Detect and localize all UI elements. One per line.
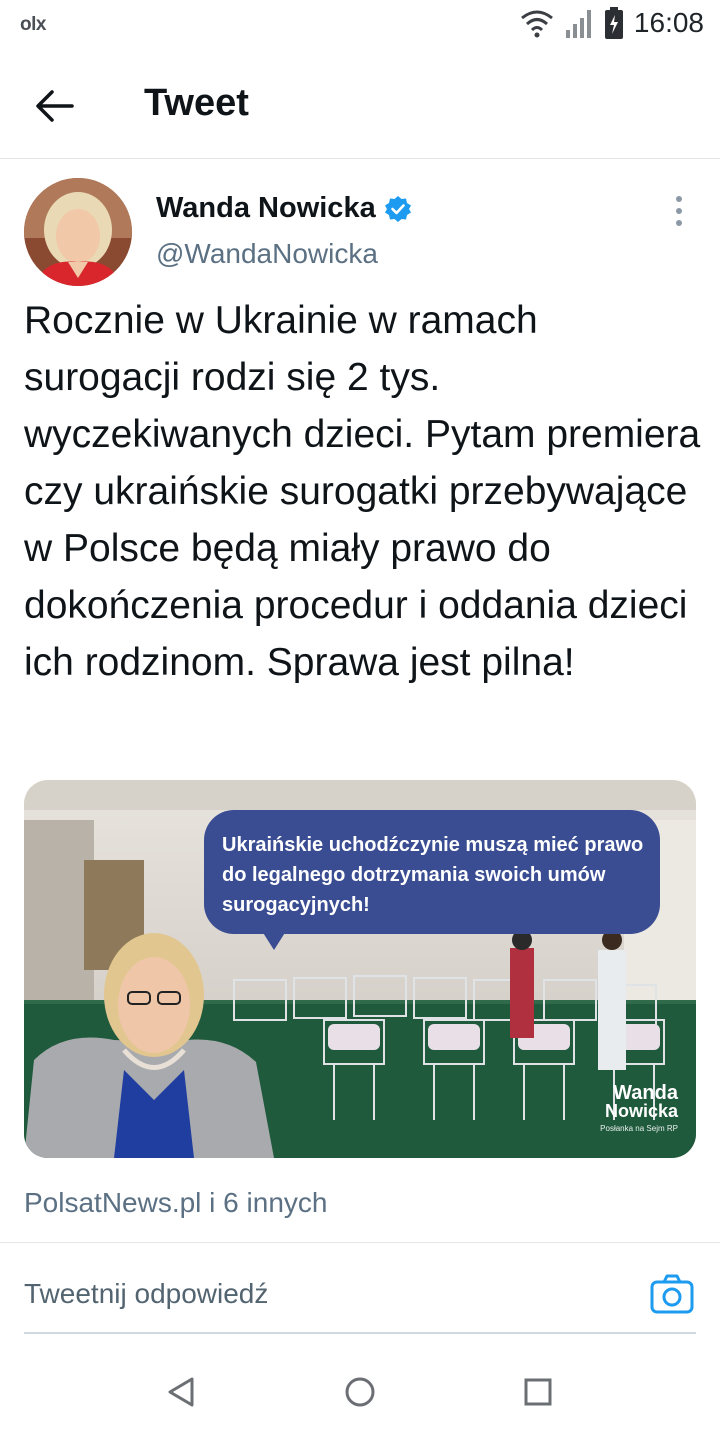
tweet-media-image[interactable]: Ukraińskie uchodźczynie muszą mieć prawo… <box>24 780 696 1158</box>
header-divider <box>0 158 720 159</box>
watermark: Wanda Nowicka Posłanka na Sejm RP <box>600 1082 678 1133</box>
speech-bubble-text: Ukraińskie uchodźczynie muszą mieć prawo… <box>222 834 644 916</box>
nav-recent-apps-icon[interactable] <box>524 1378 552 1406</box>
author-handle[interactable]: @WandaNowicka <box>156 238 378 270</box>
camera-icon[interactable] <box>650 1274 694 1314</box>
reply-bar: Tweetnij odpowiedź <box>0 1246 720 1346</box>
card-source-line[interactable]: PolsatNews.pl i 6 innych <box>24 1187 327 1219</box>
system-nav-bar <box>0 1346 720 1440</box>
status-bar: olx 16:08 <box>0 0 720 50</box>
avatar-image <box>24 178 132 286</box>
reply-underline <box>24 1332 696 1334</box>
olx-logo: olx <box>20 14 46 35</box>
author-name-row[interactable]: Wanda Nowicka <box>156 192 412 225</box>
tweet-text: Rocznie w Ukrainie w ramach surogacji ro… <box>24 299 701 684</box>
status-icons: 16:08 <box>520 6 704 40</box>
wifi-icon <box>520 10 553 38</box>
more-options-icon[interactable] <box>668 194 690 228</box>
speech-bubble: Ukraińskie uchodźczynie muszą mieć prawo… <box>204 810 660 934</box>
signal-icon <box>565 10 591 38</box>
battery-icon <box>604 7 623 39</box>
nav-back-icon[interactable] <box>166 1376 196 1408</box>
reply-input[interactable]: Tweetnij odpowiedź <box>24 1278 268 1310</box>
verified-badge-icon <box>384 195 411 222</box>
author-name[interactable]: Wanda Nowicka <box>156 192 376 225</box>
tweet-divider <box>0 1242 720 1243</box>
nav-home-icon[interactable] <box>344 1376 376 1408</box>
arrow-left-icon[interactable] <box>32 84 76 128</box>
avatar[interactable] <box>24 178 132 286</box>
clock: 16:08 <box>633 7 704 38</box>
app-header: Tweet <box>0 50 720 158</box>
speech-bubble-tail <box>260 928 288 950</box>
page-title: Tweet <box>144 82 249 124</box>
